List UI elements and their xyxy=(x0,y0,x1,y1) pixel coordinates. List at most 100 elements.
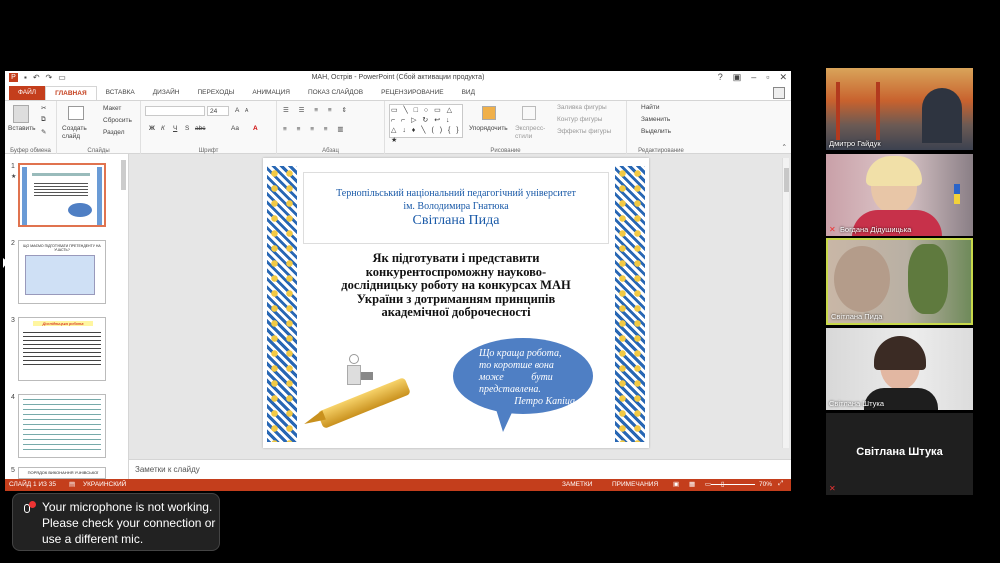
thumbnail-scrollbar[interactable] xyxy=(121,160,126,190)
powerpoint-window: P ▪ ↶ ↷ ▭ МАН, Острів - PowerPoint (Сбой… xyxy=(5,71,791,491)
user-avatar[interactable] xyxy=(773,87,785,99)
cut-icon[interactable]: ✂ xyxy=(41,104,46,112)
status-bar: СЛАЙД 1 ИЗ 35 ▤ УКРАИНСКИЙ ЗАМЕТКИ ПРИМЕ… xyxy=(5,479,791,491)
toast-line-1: Your microphone is not working. xyxy=(42,500,213,514)
participant-name: Світлана Штука xyxy=(829,399,885,408)
align-icon[interactable]: ≡ ≡ ≡ ≡ ▥ xyxy=(283,125,348,133)
muted-mic-icon: ✕ xyxy=(829,225,836,234)
shape-effects-button[interactable]: Эффекты фигуры xyxy=(557,128,611,135)
participant-tile-video-off[interactable]: Світлана Штука ✕ xyxy=(826,413,973,495)
thumb-number: 3 xyxy=(11,317,15,324)
participant-tile[interactable]: Світлана Штука xyxy=(826,328,973,410)
ribbon-options-icon[interactable]: ▣ xyxy=(733,72,742,83)
tab-file[interactable]: ФАЙЛ xyxy=(9,86,46,100)
zoom-slider[interactable] xyxy=(711,484,755,485)
right-ornament xyxy=(615,166,645,442)
strikethrough-button[interactable]: abc xyxy=(195,125,205,132)
slide-title: Як підготувати і представити конкурентос… xyxy=(341,251,571,319)
select-button[interactable]: Выделить xyxy=(641,128,671,135)
tab-view[interactable]: ВИД xyxy=(453,86,484,100)
reset-button[interactable]: Сбросить xyxy=(103,117,132,124)
group-slides: Создать слайд Макет Сбросить Раздел Слай… xyxy=(57,101,141,155)
shrink-font-button[interactable]: A xyxy=(245,108,248,114)
tab-design[interactable]: ДИЗАЙН xyxy=(144,86,189,100)
university-line-2: ім. Володимира Гнатюка xyxy=(403,201,509,212)
shape-fill-button[interactable]: Заливка фигуры xyxy=(557,104,607,111)
bridge-background xyxy=(836,82,840,140)
thumb-number: 1 xyxy=(11,163,15,170)
group-font: 24 A A Ж К Ч S abc Aa A Шрифт xyxy=(141,101,277,155)
arrange-button[interactable]: Упорядочить xyxy=(469,125,508,132)
participant-tile-speaking[interactable]: Світлана Пида xyxy=(826,238,973,325)
restore-button[interactable]: ▫ xyxy=(766,72,769,83)
shapes-gallery[interactable]: ▭ ╲ □ ○ ▭ △ ⌐ ⌐ ▷ ↻ ↩ ↓ △ ↓ ♦ ╲ ( ) { } … xyxy=(389,104,463,144)
italic-button[interactable]: К xyxy=(161,125,165,132)
participant-tile[interactable]: Дмитро Гайдук xyxy=(826,68,973,150)
bold-button[interactable]: Ж xyxy=(149,125,155,132)
format-painter-icon[interactable]: ✎ xyxy=(41,128,46,136)
close-button[interactable]: ✕ xyxy=(779,72,787,83)
arrange-icon[interactable] xyxy=(482,106,496,120)
tab-insert[interactable]: ВСТАВКА xyxy=(97,86,144,100)
group-clipboard: Вставить ✂ ⧉ ✎ Буфер обмена xyxy=(5,101,57,155)
help-button[interactable]: ? xyxy=(718,72,723,83)
notes-button[interactable]: ЗАМЕТКИ xyxy=(562,481,592,488)
new-slide-button[interactable]: Создать слайд xyxy=(62,125,92,141)
section-button[interactable]: Раздел xyxy=(103,129,124,136)
animation-star-icon: ★ xyxy=(11,174,17,180)
toast-line-2: Please check your connection or xyxy=(42,516,216,530)
group-paragraph: ☰ ☰ ≡ ≡ ⇕ ≡ ≡ ≡ ≡ ▥ Абзац xyxy=(277,101,385,155)
replace-button[interactable]: Заменить xyxy=(641,116,670,123)
tab-home[interactable]: ГЛАВНАЯ xyxy=(45,86,97,100)
muted-mic-icon: ✕ xyxy=(829,484,836,493)
slide-thumbnail-4[interactable] xyxy=(18,394,106,458)
paste-icon[interactable] xyxy=(13,105,29,123)
find-button[interactable]: Найти xyxy=(641,104,660,111)
ribbon-tabs: ФАЙЛ ГЛАВНАЯ ВСТАВКА ДИЗАЙН ПЕРЕХОДЫ АНИ… xyxy=(5,86,791,100)
slide-thumbnail-5[interactable]: ПОРЯДОК ВИКОНАННЯ УЧНІВСЬКОЇ xyxy=(18,467,106,479)
editor-scrollbar[interactable] xyxy=(782,158,789,448)
spellcheck-icon[interactable]: ▤ xyxy=(69,480,75,488)
font-name-box[interactable] xyxy=(145,106,205,116)
minimize-button[interactable]: – xyxy=(751,72,756,83)
font-size-box[interactable]: 24 xyxy=(207,106,229,116)
grow-font-button[interactable]: A xyxy=(235,107,239,114)
comments-button[interactable]: ПРИМЕЧАНИЯ xyxy=(612,481,658,488)
ribbon: Вставить ✂ ⧉ ✎ Буфер обмена Создать слай… xyxy=(5,100,791,155)
slide-thumbnail-3[interactable]: Дослідницька робота xyxy=(18,317,106,381)
thumb-number: 5 xyxy=(11,467,15,474)
shape-outline-button[interactable]: Контур фигуры xyxy=(557,116,602,123)
slide-thumbnail-1[interactable] xyxy=(18,163,106,227)
tab-slideshow[interactable]: ПОКАЗ СЛАЙДОВ xyxy=(299,86,372,100)
slide-editor: Тернопільський національний педагогічний… xyxy=(129,154,791,459)
slide-counter: СЛАЙД 1 ИЗ 35 xyxy=(9,481,57,488)
title-bar: P ▪ ↶ ↷ ▭ МАН, Острів - PowerPoint (Сбой… xyxy=(5,71,791,86)
copy-icon[interactable]: ⧉ xyxy=(41,116,46,124)
participant-tile[interactable]: ✕ Богдана Дідушицька xyxy=(826,154,973,236)
font-color-button[interactable]: A xyxy=(253,125,258,132)
layout-button[interactable]: Макет xyxy=(103,105,121,112)
tab-transitions[interactable]: ПЕРЕХОДЫ xyxy=(188,86,243,100)
author-name: Світлана Пида xyxy=(412,213,500,228)
quick-styles-icon[interactable] xyxy=(522,106,536,120)
language-indicator: УКРАИНСКИЙ xyxy=(83,481,127,488)
participant-name-center: Світлана Штука xyxy=(856,446,943,458)
underline-button[interactable]: Ч xyxy=(173,125,177,132)
slide-thumbnail-2[interactable]: ЩО МАЄМО ПІДГОТУВАТИ ПРЕТЕНДЕНТУ НА УЧАС… xyxy=(18,240,106,304)
shadow-button[interactable]: S xyxy=(185,125,189,132)
participant-name: Світлана Пида xyxy=(831,312,883,321)
bullets-icon[interactable]: ☰ ☰ ≡ ≡ ⇕ xyxy=(283,106,351,114)
new-slide-icon[interactable] xyxy=(68,106,84,120)
fit-slide-icon[interactable]: ⤢ xyxy=(778,480,783,488)
participant-name: Дмитро Гайдук xyxy=(829,139,881,148)
tab-review[interactable]: РЕЦЕНЗИРОВАНИЕ xyxy=(372,86,453,100)
case-button[interactable]: Aa xyxy=(231,125,239,132)
tab-animations[interactable]: АНИМАЦИЯ xyxy=(243,86,299,100)
participant-name: Богдана Дідушицька xyxy=(840,225,912,234)
notes-pane[interactable]: Заметки к слайду xyxy=(129,459,791,479)
group-editing: Найти Заменить Выделить Редактирование xyxy=(627,101,695,155)
paste-button[interactable]: Вставить xyxy=(8,125,36,132)
quick-styles-button[interactable]: Экспресс-стили xyxy=(515,125,549,141)
collapse-ribbon-icon[interactable]: ⌃ xyxy=(782,143,787,151)
microphone-warning-toast: Your microphone is not working. Please c… xyxy=(12,493,220,551)
